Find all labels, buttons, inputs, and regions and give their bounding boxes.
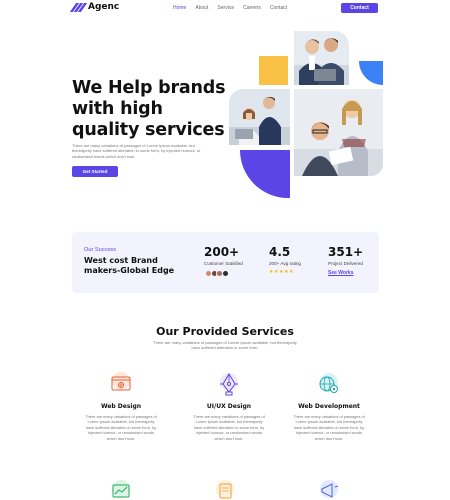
stat-value: 200+ [204, 245, 240, 259]
service-card-description: There are many variations of passages of… [293, 414, 365, 441]
stat-projects: 351+ Project Delivered [328, 245, 363, 266]
success-stats-panel: Our Success West cost Brand makers-Globa… [72, 232, 379, 293]
service-card-title: UI/UX Design [206, 403, 252, 410]
contact-button[interactable]: Contact [341, 3, 378, 13]
service-card-web-design[interactable]: Web Design There are many variations of … [81, 372, 161, 441]
rating-stars: ★★★★★ [269, 269, 294, 275]
main-menu: Home About Service Careers Contact [173, 5, 287, 11]
service-card-description: There are many variations of passages of… [193, 414, 265, 441]
stat-rating: 4.5 200+ Avg rating [269, 245, 301, 266]
stat-label: 200+ Avg rating [269, 261, 301, 266]
nav-link-careers[interactable]: Careers [243, 5, 261, 11]
nav-link-home[interactable]: Home [173, 5, 186, 11]
service-card-title: Web Development [298, 403, 360, 410]
nav-link-service[interactable]: Service [217, 5, 234, 11]
decor-purple-quarter-circle [240, 150, 290, 198]
service-card-uiux-design[interactable]: UI/UX Design There are many variations o… [189, 372, 269, 441]
services-title: Our Provided Services [156, 325, 294, 338]
team-photo-meeting [294, 89, 383, 176]
pen-tool-icon [220, 373, 238, 396]
customer-avatars [205, 270, 229, 277]
get-started-button[interactable]: Get Started [72, 166, 118, 177]
team-photo-two-men [294, 31, 349, 85]
brand-name: Agenc [88, 2, 120, 12]
top-nav: Agenc Home About Service Careers Contact… [0, 0, 450, 18]
web-development-icon [319, 373, 338, 393]
stat-label: Project Delivered [328, 261, 363, 266]
nav-link-about[interactable]: About [195, 5, 208, 11]
service-card-web-development[interactable]: Web Development There are many variation… [289, 372, 369, 441]
services-subtitle: There are many variations of passages of… [153, 340, 297, 351]
stats-kicker: Our Success [84, 247, 117, 253]
logo[interactable]: Agenc [69, 2, 120, 12]
document-icon [216, 480, 234, 499]
star-icon: ★ [288, 269, 294, 275]
avatar [221, 270, 229, 277]
decor-yellow-square [259, 56, 288, 85]
team-photo-office [229, 89, 290, 145]
decor-blue-quarter-circle [359, 61, 383, 85]
megaphone-icon [320, 480, 339, 498]
hero-title: We Help brands with high quality service… [72, 78, 226, 140]
see-works-link[interactable]: See Works [328, 270, 353, 276]
service-card-title: Web Design [100, 403, 142, 410]
stat-label: Customer Satisfied [204, 261, 243, 266]
nav-link-contact[interactable]: Contact [270, 5, 287, 11]
analytics-icon [112, 480, 130, 498]
stat-value: 351+ [328, 245, 364, 259]
stat-customers: 200+ Customer Satisfied [204, 245, 243, 266]
stat-value: 4.5 [269, 245, 291, 259]
service-card-description: There are many variations of passages of… [85, 414, 157, 441]
web-design-icon [111, 372, 131, 391]
hero-description: There are many variations of passages of… [72, 143, 201, 159]
logo-mark-icon [69, 3, 88, 12]
stats-title: West cost Brand makers-Global Edge [84, 256, 175, 275]
